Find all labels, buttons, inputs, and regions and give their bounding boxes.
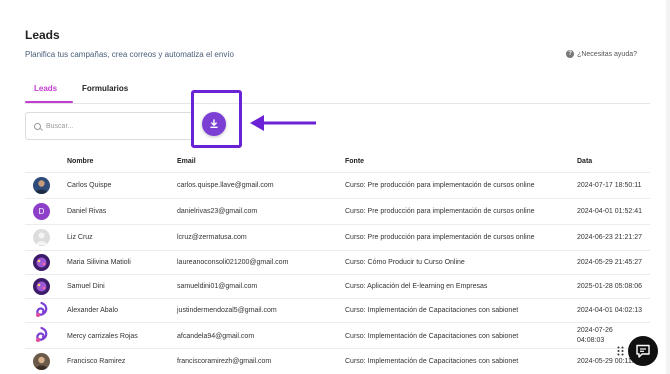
- lead-email: samueldini01@gmail.com: [177, 283, 258, 290]
- lead-date: 2024-07-26: [577, 327, 613, 334]
- avatar: [33, 177, 50, 194]
- user-icon: [36, 232, 47, 245]
- lead-date: 2024-07-17 18:50:11: [577, 182, 642, 189]
- avatar: [33, 353, 50, 370]
- search-icon: [34, 122, 41, 130]
- row-divider: [25, 322, 650, 323]
- lead-source: Curso: Aplicación del E-learning en Empr…: [345, 283, 488, 290]
- column-header-data[interactable]: Data: [577, 158, 592, 165]
- row-divider: [25, 198, 650, 199]
- help-link[interactable]: ? ¿Necesitas ayuda?: [566, 50, 637, 58]
- tab-bar: Leads Formularios: [25, 80, 650, 104]
- lead-source: Curso: Implementación de Capacitaciones …: [345, 333, 519, 340]
- lead-date: 2024-04-01 01:52:41: [577, 208, 642, 215]
- lead-email: carlos.quispe.llave@gmail.com: [177, 182, 274, 189]
- help-label: ¿Necesitas ayuda?: [577, 50, 637, 58]
- row-divider: [25, 298, 650, 299]
- avatar: [33, 327, 50, 344]
- avatar-letter: D: [38, 207, 45, 216]
- lead-name: Mercy carrizales Rojas: [67, 333, 138, 340]
- lead-email: afcandela94@gmail.com: [177, 333, 255, 340]
- lead-source: Curso: Pre producción para implementació…: [345, 182, 535, 189]
- avatar: [33, 302, 50, 319]
- lead-source: Curso: Implementación de Capacitaciones …: [345, 307, 519, 314]
- lead-name: Francisco Ramirez: [67, 358, 126, 365]
- column-header-fonte[interactable]: Fonte: [345, 158, 364, 165]
- download-icon: [210, 119, 218, 128]
- row-divider: [25, 224, 650, 225]
- page-scrollbar[interactable]: [666, 0, 670, 374]
- lead-email: danielrivas23@gmail.com: [177, 208, 258, 215]
- column-header-nombre[interactable]: Nombre: [67, 158, 93, 165]
- lead-name: Carlos Quispe: [67, 182, 112, 189]
- avatar: [33, 254, 50, 271]
- lead-source: Curso: Pre producción para implementació…: [345, 208, 535, 215]
- lead-email: justindermendozal5@gmail.com: [177, 307, 277, 314]
- lead-name: Liz Cruz: [67, 234, 93, 241]
- search-input[interactable]: [46, 122, 186, 130]
- lead-date-time: 04:08:03: [577, 337, 605, 344]
- lead-email: laureanoconsoli021200@gmail.com: [177, 259, 289, 266]
- lead-name: Alexander Abalo: [67, 307, 118, 314]
- lead-name: Daniel Rivas: [67, 208, 107, 215]
- avatar: D: [33, 203, 50, 220]
- lead-date: 2024-04-01 04:02:13: [577, 307, 642, 314]
- chat-icon: [636, 344, 650, 358]
- tab-formularios[interactable]: Formularios: [82, 84, 128, 93]
- active-tab-indicator: [25, 101, 73, 103]
- lead-name: Maria Silivina Matioli: [67, 259, 131, 266]
- chat-button[interactable]: [628, 336, 658, 366]
- page-subtitle: Planifica tus campañas, crea correos y a…: [25, 50, 234, 59]
- header-divider: [25, 172, 650, 173]
- search-box[interactable]: [25, 112, 193, 140]
- row-divider: [25, 274, 650, 275]
- avatar: [33, 278, 50, 295]
- pointer-arrow-icon: [250, 115, 316, 131]
- lead-name: Samuel Dini: [67, 283, 105, 290]
- lead-date: 2024-06-23 21:21:27: [577, 234, 642, 241]
- lead-source: Curso: Implementación de Capacitaciones …: [345, 358, 519, 365]
- lead-date: 2024-05-29 21:45:27: [577, 259, 642, 266]
- tab-leads[interactable]: Leads: [34, 84, 57, 93]
- drag-grip-icon[interactable]: [617, 346, 624, 356]
- row-divider: [25, 250, 650, 251]
- column-header-email[interactable]: Email: [177, 158, 196, 165]
- page-title: Leads: [25, 28, 60, 42]
- lead-email: lcruz@zermatusa.com: [177, 234, 247, 241]
- lead-source: Curso: Pre producción para implementació…: [345, 234, 535, 241]
- lead-source: Curso: Cómo Producir tu Curso Online: [345, 259, 465, 266]
- lead-date: 2025-01-28 05:08:06: [577, 283, 642, 290]
- download-button[interactable]: [202, 112, 226, 136]
- question-icon: ?: [566, 50, 575, 58]
- lead-email: franciscoramirezh@gmail.com: [177, 358, 272, 365]
- row-divider: [25, 348, 650, 349]
- avatar: [33, 229, 50, 246]
